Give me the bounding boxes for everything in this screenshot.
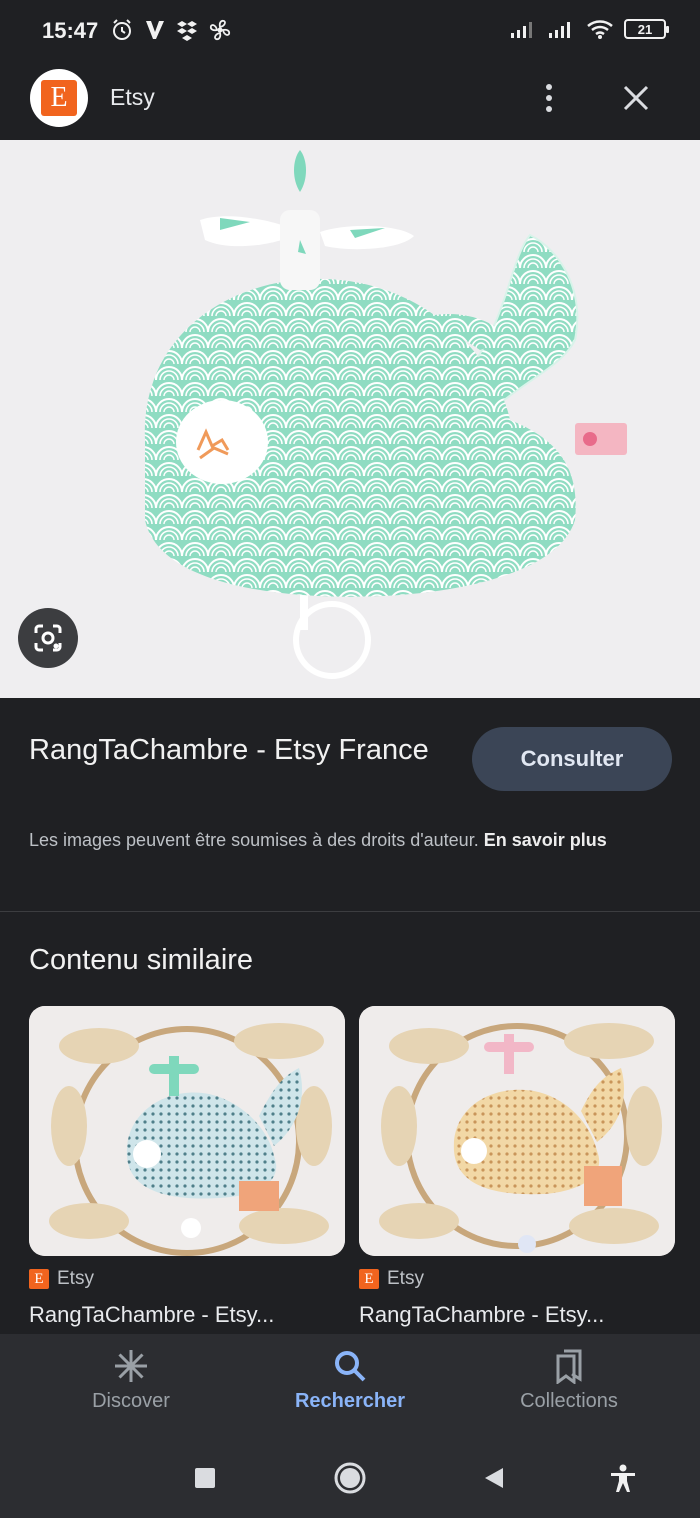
etsy-source-icon: E <box>29 1269 49 1289</box>
lens-button[interactable] <box>18 608 78 668</box>
discover-asterisk-icon <box>115 1350 147 1382</box>
similar-card[interactable]: E Etsy RangTaChambre - Etsy... <box>359 1006 675 1328</box>
whale-toy-image <box>0 140 700 698</box>
copyright-notice: Les images peuvent être soumises à des d… <box>29 826 669 854</box>
back-button[interactable] <box>474 1458 514 1498</box>
similar-card-title[interactable]: RangTaChambre - Etsy... <box>359 1302 675 1328</box>
result-title[interactable]: RangTaChambre - Etsy France <box>29 728 449 772</box>
learn-more-link[interactable]: En savoir plus <box>484 830 607 850</box>
similar-card-source: E Etsy <box>29 1268 345 1290</box>
signal-icon <box>549 22 570 38</box>
alarm-icon <box>113 19 131 40</box>
close-button[interactable] <box>614 76 658 120</box>
similar-content-heading: Contenu similaire <box>29 944 254 976</box>
result-image[interactable] <box>0 140 700 698</box>
recents-button[interactable] <box>185 1458 225 1498</box>
etsy-logo-letter: E <box>41 80 77 116</box>
google-lens-icon <box>34 624 62 652</box>
visit-button[interactable]: Consulter <box>472 727 672 791</box>
similar-card-title[interactable]: RangTaChambre - Etsy... <box>29 1302 345 1328</box>
square-icon <box>195 1468 215 1488</box>
dropbox-icon <box>177 21 197 41</box>
wifi-icon <box>587 20 613 39</box>
nav-discover-label: Discover <box>92 1390 170 1412</box>
nav-collections[interactable]: Collections <box>479 1348 659 1413</box>
source-name: Etsy <box>387 1268 424 1289</box>
yellow-whale-mobile-image <box>359 1006 675 1256</box>
status-left-icons <box>110 18 232 42</box>
fan-icon <box>209 19 231 41</box>
similar-card[interactable]: E Etsy RangTaChambre - Etsy... <box>29 1006 345 1328</box>
battery-icon: 21 <box>624 19 669 39</box>
result-info: RangTaChambre - Etsy France Consulter Le… <box>0 698 700 912</box>
v-app-icon <box>146 21 164 39</box>
accessibility-button[interactable] <box>603 1458 643 1498</box>
nav-discover[interactable]: Discover <box>41 1348 221 1413</box>
signal-icon <box>511 22 532 38</box>
collections-icon <box>556 1349 582 1384</box>
nav-search-label: Rechercher <box>294 1390 406 1412</box>
similar-card-image[interactable] <box>29 1006 345 1256</box>
search-icon <box>335 1351 366 1382</box>
back-triangle-icon <box>485 1468 503 1488</box>
blue-whale-mobile-image <box>29 1006 345 1256</box>
source-name: Etsy <box>57 1268 94 1289</box>
bottom-navigation: Discover Rechercher Collections <box>0 1334 700 1440</box>
accessibility-icon <box>611 1464 635 1492</box>
nav-search[interactable]: Rechercher <box>260 1348 440 1413</box>
more-vert-icon <box>546 84 552 112</box>
more-options-button[interactable] <box>532 76 566 120</box>
similar-card-source: E Etsy <box>359 1268 675 1290</box>
close-icon <box>623 85 649 111</box>
system-navigation-bar <box>0 1440 700 1518</box>
status-right-icons: 21 <box>510 18 669 40</box>
home-circle-icon <box>334 1462 366 1494</box>
home-button[interactable] <box>330 1458 370 1498</box>
status-bar: 15:47 21 <box>0 0 700 62</box>
nav-collections-label: Collections <box>520 1390 618 1412</box>
etsy-source-icon: E <box>359 1269 379 1289</box>
copyright-text: Les images peuvent être soumises à des d… <box>29 830 479 850</box>
similar-card-image[interactable] <box>359 1006 675 1256</box>
app-bar: E Etsy <box>0 62 700 140</box>
page-title: Etsy <box>110 84 155 110</box>
status-time: 15:47 <box>42 18 99 43</box>
etsy-logo: E <box>30 69 88 127</box>
